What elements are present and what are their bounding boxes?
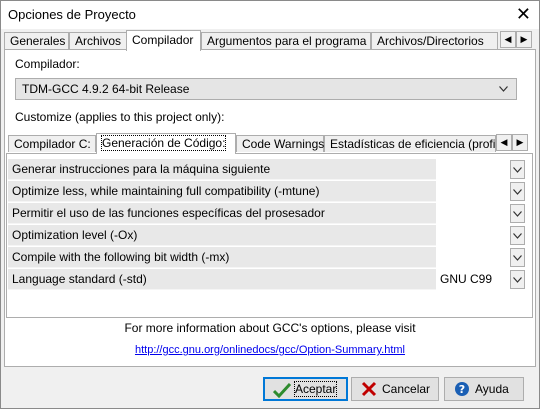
option-value[interactable] xyxy=(436,247,512,268)
option-name: Optimization level (-Ox) xyxy=(8,225,436,246)
chevron-down-icon xyxy=(513,189,522,195)
option-name: Permitir el uso de las funciones específ… xyxy=(8,203,436,224)
tab-label: Compilador xyxy=(132,33,194,47)
tab-label: Argumentos para el programa xyxy=(207,34,367,48)
option-row[interactable]: Compile with the following bit width (-m… xyxy=(8,247,525,269)
tab-label: Archivos xyxy=(75,34,122,48)
subtab-generacion-codigo[interactable]: Generación de Código: xyxy=(96,133,236,154)
help-label: Ayuda xyxy=(475,382,509,396)
subtab-scroll-right-icon[interactable]: ▶ xyxy=(512,134,528,151)
tab-label: Archivos/Directorios xyxy=(377,34,484,48)
project-options-dialog: Opciones de Proyecto ✕ Generales Archivo… xyxy=(0,0,540,409)
subtab-estadisticas[interactable]: Estadísticas de eficiencia (profil xyxy=(324,135,496,152)
subtab-label: Estadísticas de eficiencia (profil xyxy=(330,137,496,151)
option-name: Optimize less, while maintaining full co… xyxy=(8,181,436,202)
option-row[interactable]: Generar instrucciones para la máquina si… xyxy=(8,159,525,181)
tab-argumentos[interactable]: Argumentos para el programa xyxy=(201,32,371,49)
chevron-down-icon xyxy=(513,277,522,283)
option-row[interactable]: Optimize less, while maintaining full co… xyxy=(8,181,525,203)
main-tab-strip: Generales Archivos Compilador Argumentos… xyxy=(4,30,536,51)
info-text: For more information about GCC's options… xyxy=(124,321,416,335)
option-value[interactable]: GNU C99 xyxy=(436,269,512,290)
accept-label: Aceptar xyxy=(293,381,338,397)
option-value[interactable] xyxy=(436,181,512,202)
option-dropdown-button[interactable] xyxy=(510,182,525,201)
tab-scroll-left-icon[interactable]: ◀ xyxy=(500,31,516,48)
close-icon[interactable]: ✕ xyxy=(516,4,531,24)
option-value[interactable] xyxy=(436,159,512,180)
option-dropdown-button[interactable] xyxy=(510,160,525,179)
title-bar: Opciones de Proyecto ✕ xyxy=(1,1,539,29)
compiler-select[interactable]: TDM-GCC 4.9.2 64-bit Release xyxy=(15,78,517,100)
chevron-down-icon xyxy=(499,86,508,92)
chevron-down-icon xyxy=(513,211,522,217)
gcc-options-link[interactable]: http://gcc.gnu.org/onlinedocs/gcc/Option… xyxy=(135,344,405,356)
window-title: Opciones de Proyecto xyxy=(8,7,136,22)
option-dropdown-button[interactable] xyxy=(510,248,525,267)
chevron-down-icon xyxy=(513,167,522,173)
subtab-label: Compilador C: xyxy=(14,137,91,151)
compiler-select-value: TDM-GCC 4.9.2 64-bit Release xyxy=(22,82,190,96)
subtab-scroll-left-icon[interactable]: ◀ xyxy=(496,134,512,151)
subtab-compilador-c[interactable]: Compilador C: xyxy=(8,135,96,152)
option-dropdown-button[interactable] xyxy=(510,204,525,223)
compiler-label: Compilador: xyxy=(15,57,80,71)
cross-icon xyxy=(361,381,377,397)
option-dropdown-button[interactable] xyxy=(510,270,525,289)
chevron-down-icon xyxy=(513,233,522,239)
option-value[interactable] xyxy=(436,203,512,224)
subtab-label: Code Warnings xyxy=(242,137,325,151)
option-row[interactable]: Language standard (-std) GNU C99 xyxy=(8,269,525,291)
tab-label: Generales xyxy=(10,34,66,48)
customize-label: Customize (applies to this project only)… xyxy=(15,110,225,124)
option-row[interactable]: Optimization level (-Ox) xyxy=(8,225,525,247)
option-name: Compile with the following bit width (-m… xyxy=(8,247,436,268)
svg-text:?: ? xyxy=(459,383,465,396)
checkmark-icon xyxy=(273,382,291,398)
tab-compilador[interactable]: Compilador xyxy=(126,30,201,51)
tab-generales[interactable]: Generales xyxy=(4,32,69,49)
option-row[interactable]: Permitir el uso de las funciones específ… xyxy=(8,203,525,225)
option-dropdown-button[interactable] xyxy=(510,226,525,245)
sub-tab-strip: Compilador C: Generación de Código: Code… xyxy=(8,133,528,154)
tab-scroll-right-icon[interactable]: ▶ xyxy=(516,31,532,48)
option-value[interactable] xyxy=(436,225,512,246)
option-name: Language standard (-std) xyxy=(8,269,436,290)
option-name: Generar instrucciones para la máquina si… xyxy=(8,159,436,180)
chevron-down-icon xyxy=(513,255,522,261)
subtab-code-warnings[interactable]: Code Warnings xyxy=(236,135,324,152)
help-button[interactable]: ? Ayuda xyxy=(444,377,524,401)
cancel-button[interactable]: Cancelar xyxy=(351,377,439,401)
cancel-label: Cancelar xyxy=(382,382,431,396)
accept-button[interactable]: Aceptar xyxy=(263,377,348,401)
options-grid: Generar instrucciones para la máquina si… xyxy=(8,159,525,291)
subtab-label: Generación de Código: xyxy=(100,135,227,151)
tab-archivos[interactable]: Archivos xyxy=(69,32,127,49)
tab-archivos-directorios[interactable]: Archivos/Directorios xyxy=(371,32,498,49)
help-icon: ? xyxy=(455,382,469,396)
